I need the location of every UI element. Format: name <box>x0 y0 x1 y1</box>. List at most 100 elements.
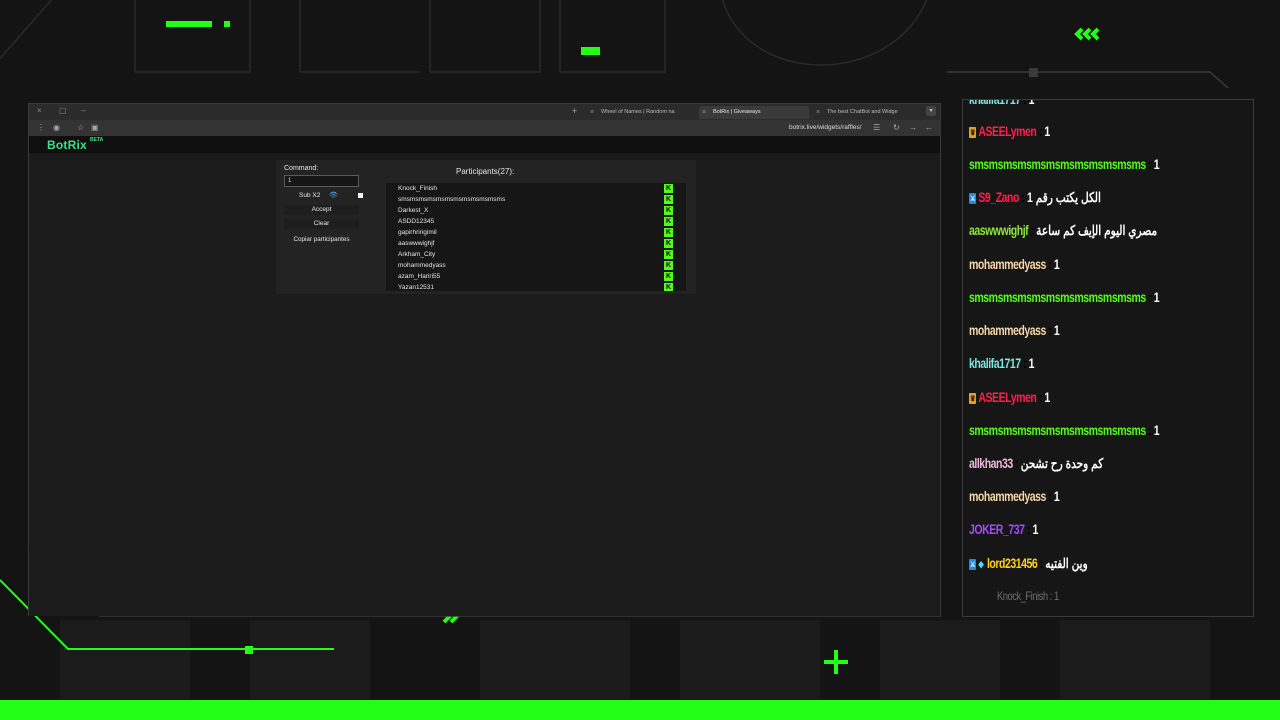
chat-username: mohammedyass <box>969 257 1046 272</box>
sub-x2-option[interactable]: Sub X2 👁 <box>296 191 366 201</box>
kick-icon: K <box>664 250 673 259</box>
bookmark-star-icon[interactable]: ☆ <box>77 123 84 132</box>
chat-text: 1 <box>1053 323 1060 338</box>
sub-x2-checkbox[interactable] <box>358 193 363 198</box>
close-window-button[interactable]: × <box>37 106 42 115</box>
tab-botrix-giveaways[interactable]: × BotRix | Giveaways <box>699 106 809 119</box>
botrix-logo[interactable]: BotRix <box>47 138 87 152</box>
list-item: mohammedyass <box>398 262 446 269</box>
chat-username: ASEELymen <box>978 124 1037 139</box>
chat-text: 1 <box>1153 290 1160 305</box>
chat-panel: khalifa1717 : 1 ♛ ASEELymen : 1 smsmsmsms… <box>962 99 1254 617</box>
eye-icon[interactable]: 👁 <box>329 191 338 199</box>
back-icon[interactable]: ← <box>925 123 933 132</box>
chat-username: khalifa1717 <box>969 356 1021 371</box>
copy-participants-button[interactable]: Copiar participantes <box>284 236 359 243</box>
list-item: Darkest_X <box>398 207 429 214</box>
app-header: BotRix BETA <box>29 136 940 153</box>
page-content: BotRix BETA Command: 1 Sub X2 👁 Accept C… <box>29 136 940 616</box>
moderator-badge-icon: ⚔ <box>969 558 977 570</box>
chat-message: Knock_Finish : 1 <box>997 589 1059 603</box>
chat-username: smsmsmsmsmsmsmsmsmsmsmsms <box>969 157 1146 172</box>
chat-message: khalifa1717 : 1 <box>969 356 1034 371</box>
chat-username: JOKER_737 <box>969 522 1025 537</box>
chat-text: مصري اليوم الإيف كم ساعة <box>1036 223 1158 238</box>
tab-label: The best ChatBot and Widge <box>827 109 898 115</box>
settings-icon[interactable]: ☰ <box>873 123 880 132</box>
eye-icon[interactable]: ◉ <box>53 123 60 132</box>
kick-icon: K <box>664 239 673 248</box>
chat-text: كم وحدة رح تشحن <box>1020 456 1104 471</box>
minimize-window-button[interactable]: – <box>81 106 85 115</box>
browser-window: × ▢ – + × Wheel of Names | Random na × B… <box>28 103 941 616</box>
accept-button[interactable]: Accept <box>284 205 359 215</box>
chat-text: 1 <box>1053 257 1060 272</box>
maximize-window-button[interactable]: ▢ <box>59 106 67 115</box>
list-item: ASDD12345 <box>398 218 435 225</box>
chat-text: 1 <box>1153 423 1160 438</box>
chat-username: smsmsmsmsmsmsmsmsmsmsmsms <box>969 290 1146 305</box>
chat-text: 1 <box>1028 99 1035 107</box>
command-input[interactable]: 1 <box>284 175 359 187</box>
chat-message: ♛ ASEELymen : 1 <box>969 124 1050 139</box>
kick-icon: K <box>664 261 673 270</box>
chat-message: smsmsmsmsmsmsmsmsmsmsmsms : 1 <box>969 157 1160 172</box>
chat-text: 1 <box>1028 356 1035 371</box>
chat-text: وين الفتيه <box>1045 556 1088 571</box>
chat-message: mohammedyass : 1 <box>969 257 1060 272</box>
list-item: smsmsmsmsmsmsmsmsmsmsmsms <box>398 196 506 203</box>
kick-icon: K <box>664 272 673 281</box>
beta-badge: BETA <box>90 137 104 143</box>
kick-icon: K <box>664 195 673 204</box>
bottom-accent-bar <box>0 700 1280 720</box>
list-item: aaswwwighjf <box>398 240 435 247</box>
chat-text: 1 <box>1053 589 1059 603</box>
participants-scrollbar[interactable]: ▲ ▼ <box>685 183 686 291</box>
chat-text: الكل يكتب رقم 1 <box>1026 190 1101 205</box>
menu-icon[interactable]: ⋮ <box>37 123 45 132</box>
list-item: Yazan12531 <box>398 284 435 291</box>
moderator-badge-icon: ⚔ <box>969 192 977 204</box>
gem-badge-icon: ◆ <box>978 558 984 569</box>
tab-wheel-of-names[interactable]: × Wheel of Names | Random na <box>587 106 697 119</box>
tab-botrix-chatbot[interactable]: × The best ChatBot and Widge <box>813 106 923 119</box>
participants-title: Participants(27): <box>456 167 515 176</box>
new-tab-button[interactable]: + <box>572 106 577 116</box>
kick-icon: K <box>664 206 673 215</box>
tab-label: Wheel of Names | Random na <box>601 109 675 115</box>
chat-username: allkhan33 <box>969 456 1013 471</box>
kick-icon: K <box>664 283 673 291</box>
chat-message: mohammedyass : 1 <box>969 489 1060 504</box>
close-icon[interactable]: × <box>816 106 820 119</box>
crown-badge-icon: ♛ <box>969 392 977 404</box>
browser-toolbar: ⋮ ◉ ☆ ▣ botrix.live/widgets/raffles/ ☰ ↻… <box>29 120 940 136</box>
chat-message: khalifa1717 : 1 <box>969 99 1035 107</box>
extensions-icon[interactable]: ▣ <box>91 123 99 132</box>
chat-username: S9_Zano <box>978 190 1019 205</box>
tab-bar: × ▢ – + × Wheel of Names | Random na × B… <box>29 104 940 120</box>
list-item: azam_Hariri55 <box>398 273 441 280</box>
chat-username: mohammedyass <box>969 489 1046 504</box>
tab-search-button[interactable]: ▾ <box>926 106 936 116</box>
kick-icon: K <box>664 217 673 226</box>
chat-username: Knock_Finish <box>997 589 1048 603</box>
chat-message: allkhan33 : كم وحدة رح تشحن <box>969 456 1104 471</box>
close-icon[interactable]: × <box>702 106 706 119</box>
chat-message: ⚔ S9_Zano : الكل يكتب رقم 1 <box>969 190 1101 205</box>
forward-icon[interactable]: → <box>909 123 917 132</box>
chat-username: khalifa1717 <box>969 99 1021 107</box>
reload-icon[interactable]: ↻ <box>893 123 900 132</box>
clear-button[interactable]: Clear <box>284 219 359 229</box>
raffle-panel: Command: 1 Sub X2 👁 Accept Clear Copiar … <box>276 160 696 294</box>
chat-text: 1 <box>1044 124 1050 139</box>
participants-list[interactable]: Knock_Finish K smsmsmsmsmsmsmsmsmsmsmsms… <box>386 183 686 291</box>
chat-message: smsmsmsmsmsmsmsmsmsmsmsms : 1 <box>969 290 1160 305</box>
list-item: Arkham_City <box>398 251 436 258</box>
command-label: Command: <box>284 165 319 172</box>
address-bar[interactable]: botrix.live/widgets/raffles/ <box>789 124 862 131</box>
chat-message: smsmsmsmsmsmsmsmsmsmsmsms : 1 <box>969 423 1160 438</box>
close-icon[interactable]: × <box>590 106 594 119</box>
chat-username: lord231456 <box>986 556 1038 571</box>
chat-message: ♛ ASEELymen : 1 <box>969 390 1050 405</box>
list-item: gapirhririgimil <box>398 229 437 236</box>
